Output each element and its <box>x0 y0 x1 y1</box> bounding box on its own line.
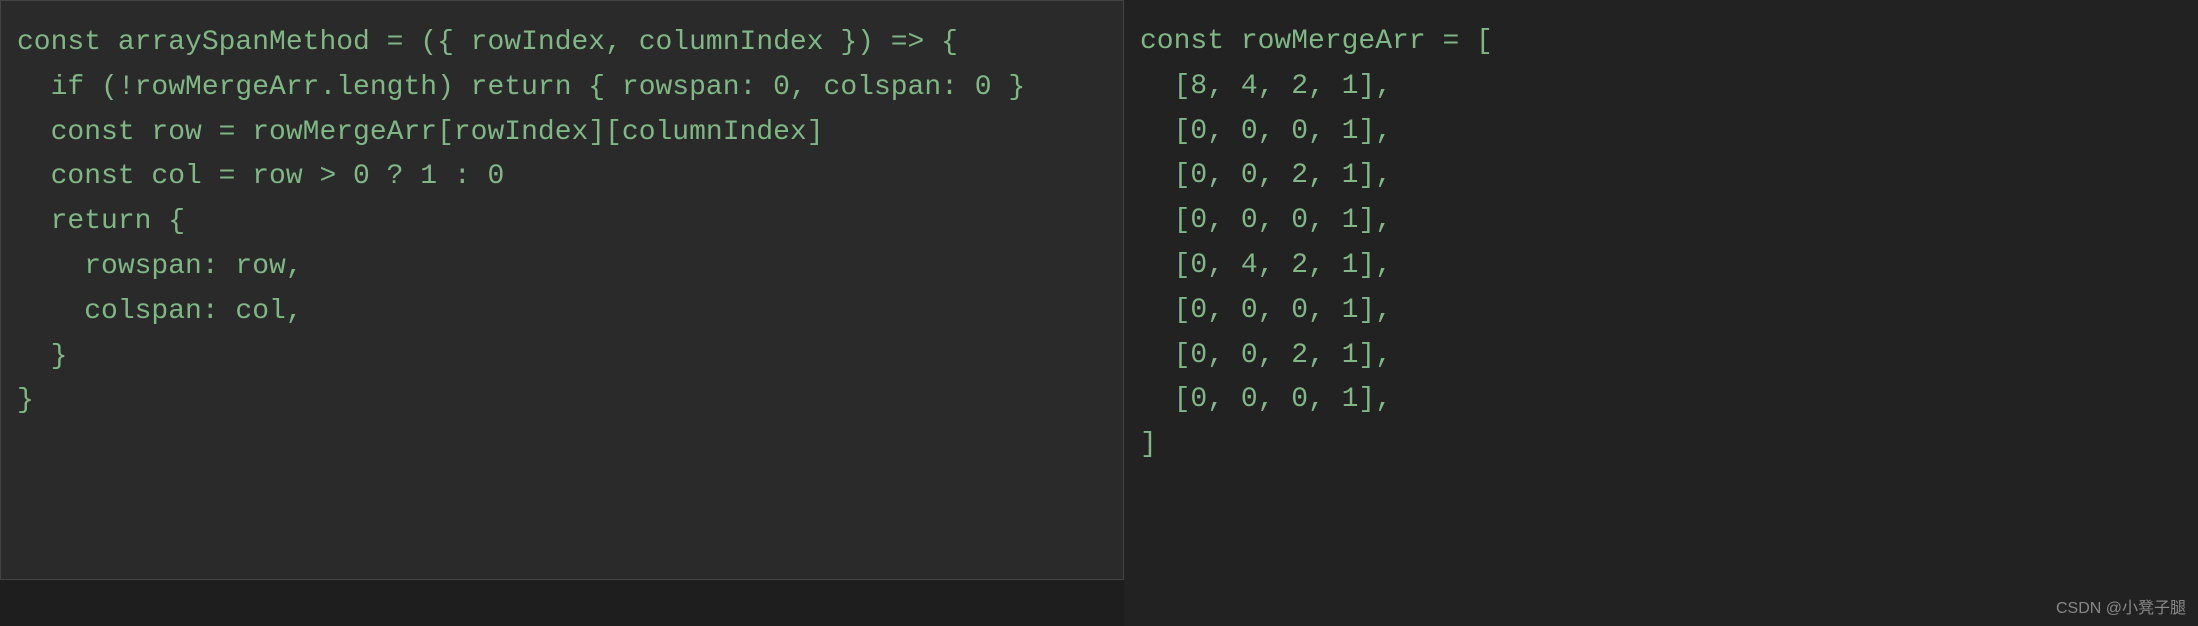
code-line: [0, 0, 0, 1], <box>1140 199 2182 244</box>
editor-container: const arraySpanMethod = ({ rowIndex, col… <box>0 0 2198 626</box>
watermark-text: CSDN @小凳子腿 <box>2056 594 2186 618</box>
code-line: } <box>17 379 1107 424</box>
code-panel-right: const rowMergeArr = [ [8, 4, 2, 1], [0, … <box>1124 0 2198 626</box>
code-line: rowspan: row, <box>17 245 1107 290</box>
code-line: const col = row > 0 ? 1 : 0 <box>17 155 1107 200</box>
code-line: colspan: col, <box>17 290 1107 335</box>
code-line: [8, 4, 2, 1], <box>1140 65 2182 110</box>
code-line: [0, 4, 2, 1], <box>1140 244 2182 289</box>
code-line: [0, 0, 0, 1], <box>1140 378 2182 423</box>
code-line: const rowMergeArr = [ <box>1140 20 2182 65</box>
code-panel-left: const arraySpanMethod = ({ rowIndex, col… <box>0 0 1124 580</box>
code-line: } <box>17 335 1107 380</box>
code-line: [0, 0, 2, 1], <box>1140 154 2182 199</box>
code-line: [0, 0, 0, 1], <box>1140 110 2182 155</box>
code-line: if (!rowMergeArr.length) return { rowspa… <box>17 66 1107 111</box>
code-line: ] <box>1140 423 2182 468</box>
code-line: [0, 0, 2, 1], <box>1140 334 2182 379</box>
code-line: const arraySpanMethod = ({ rowIndex, col… <box>17 21 1107 66</box>
code-line: const row = rowMergeArr[rowIndex][column… <box>17 111 1107 156</box>
code-line: return { <box>17 200 1107 245</box>
code-line: [0, 0, 0, 1], <box>1140 289 2182 334</box>
